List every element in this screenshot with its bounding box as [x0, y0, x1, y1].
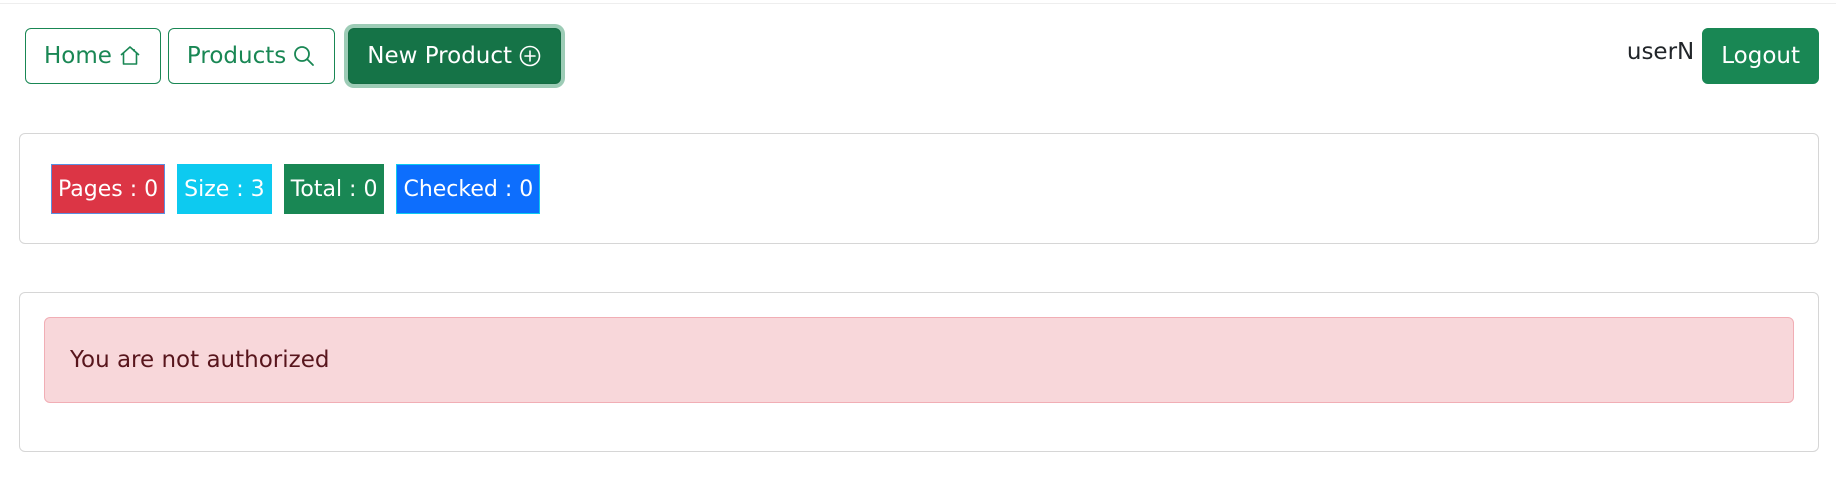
alert-message: You are not authorized	[70, 347, 330, 373]
total-badge: Total : 0	[283, 164, 385, 214]
nav-right: userN Logout	[1627, 28, 1819, 84]
content-card: You are not authorized	[19, 292, 1819, 452]
logout-button[interactable]: Logout	[1702, 28, 1819, 84]
pages-badge: Pages : 0	[51, 164, 166, 214]
nav-left: Home Products New Product	[25, 28, 562, 84]
home-button[interactable]: Home	[25, 28, 161, 84]
unauthorized-alert: You are not authorized	[44, 317, 1794, 403]
navbar: Home Products New Product userN Logout	[0, 0, 1836, 100]
new-product-button[interactable]: New Product	[348, 28, 562, 84]
stats-badges: Pages : 0 Size : 3 Total : 0 Checked : 0	[51, 164, 541, 214]
size-badge: Size : 3	[177, 164, 272, 214]
username: userN	[1626, 39, 1695, 65]
products-button-label: Products	[186, 43, 287, 69]
search-icon	[292, 44, 316, 68]
products-button[interactable]: Products	[167, 28, 336, 84]
home-button-label: Home	[44, 43, 112, 69]
stats-card: Pages : 0 Size : 3 Total : 0 Checked : 0	[19, 133, 1819, 244]
home-icon	[118, 44, 142, 68]
checked-badge: Checked : 0	[396, 164, 541, 214]
plus-circle-icon	[518, 44, 542, 68]
new-product-button-label: New Product	[367, 43, 513, 69]
